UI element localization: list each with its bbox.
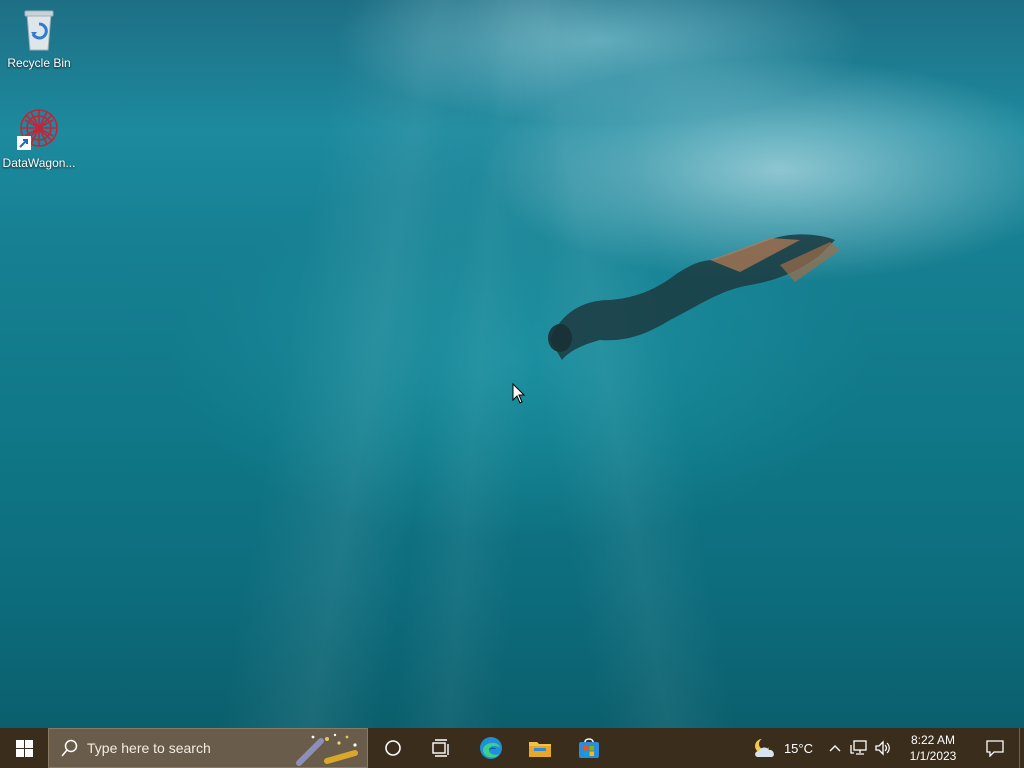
recycle-bin-icon [15,6,63,54]
search-box[interactable]: Type here to search [48,728,368,768]
start-button[interactable] [0,728,48,768]
weather-temperature: 15°C [783,740,813,756]
edge-icon [479,737,502,759]
mouse-cursor-icon [512,383,526,404]
search-placeholder: Type here to search [87,740,211,756]
show-hidden-icons-button[interactable] [823,728,847,768]
desktop-icon-label: Recycle Bin [7,56,71,70]
partly-cloudy-night-icon [755,739,774,757]
cortana-icon [384,740,401,756]
volume-icon [875,740,890,756]
store-icon [578,738,599,758]
cortana-button[interactable] [368,728,417,768]
task-view-button[interactable] [417,728,466,768]
wallpaper-swimmer [548,234,840,360]
desktop-icon-datawagon[interactable]: DataWagon... [1,106,77,170]
task-view-icon [431,739,449,757]
store-button[interactable] [564,728,613,768]
light-rays [0,0,1024,728]
desktop[interactable]: Recycle Bin DataWagon... [0,0,1024,728]
chevron-up-icon [829,745,841,752]
weather-widget[interactable]: 15°C [746,728,823,768]
system-tray: 15°C 8:22 AM 1/1/2023 [746,728,1024,768]
taskbar: Type here to search 15°C 8:22 AM 1/1/202… [0,728,1024,768]
notification-center-button[interactable] [971,728,1019,768]
new-year-highlight-icon [296,733,358,766]
clock[interactable]: 8:22 AM 1/1/2023 [895,732,971,764]
datawagon-icon [15,106,63,154]
network-icon [850,740,867,755]
desktop-icon-recycle-bin[interactable]: Recycle Bin [1,6,77,70]
clock-time: 8:22 AM [910,733,956,747]
clock-date: 1/1/2023 [909,749,957,763]
windows-logo-icon [15,739,33,757]
file-explorer-icon [528,742,551,757]
edge-button[interactable] [466,728,515,768]
network-button[interactable] [847,728,871,768]
search-icon [61,739,78,757]
volume-button[interactable] [871,728,895,768]
show-desktop-button[interactable] [1019,728,1024,768]
notification-icon [986,740,1004,757]
desktop-icon-label: DataWagon... [2,156,76,170]
file-explorer-button[interactable] [515,728,564,768]
